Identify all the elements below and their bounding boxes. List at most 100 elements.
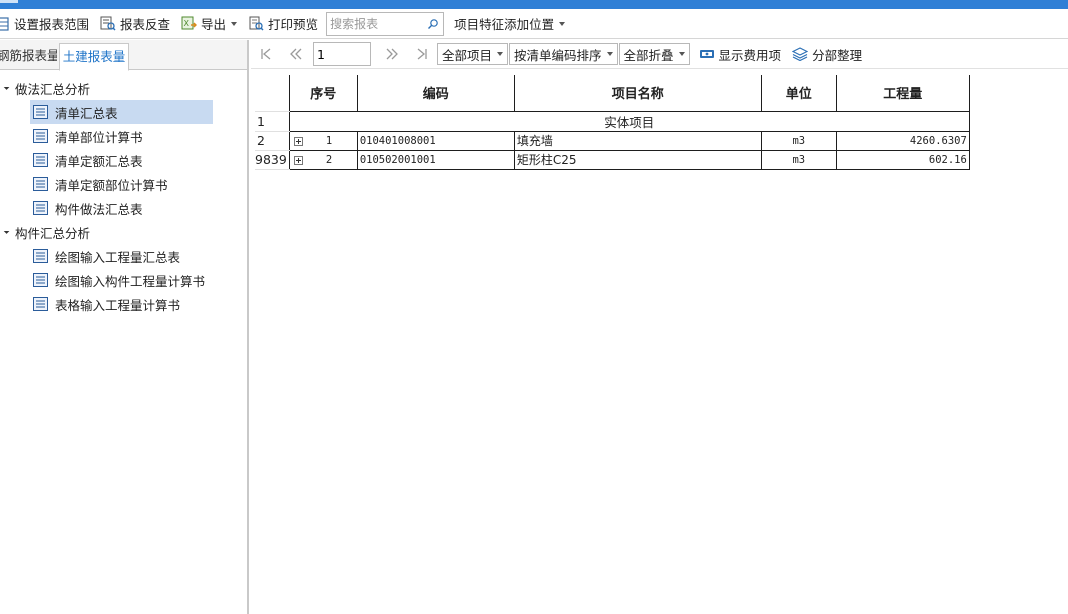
print-preview-icon [249,16,264,31]
last-page-button[interactable] [407,43,437,65]
tree-item-label: 绘图输入工程量汇总表 [55,249,181,265]
report-tree: 做法汇总分析 清单汇总表 清单部位计算书 清单定额汇总表 清单定额部位计算书 构… [0,70,247,316]
tree-group-component-summary[interactable]: 构件汇总分析 [0,220,247,244]
row-number: 9839 [255,150,290,170]
report-toolbar: 设置报表范围 报表反查 X 导出 打印预览 项目特征添加位置 [0,9,1068,39]
code-cell: 010502001001 [356,149,515,170]
row-number: 1 [255,111,290,132]
name-cell: 矩形柱C25 [513,149,762,170]
chevron-down-icon [678,52,685,56]
report-doc-icon [33,153,48,167]
expanded-triangle-icon[interactable] [1,82,10,90]
report-check-button[interactable]: 报表反查 [96,13,174,35]
report-doc-icon [33,177,48,191]
report-doc-icon [33,129,48,143]
column-header-name[interactable]: 项目名称 [513,75,762,112]
tab-civil-report[interactable]: 土建报表量 [59,43,129,71]
column-header-quantity[interactable]: 工程量 [835,75,970,112]
table-row[interactable]: 9839 2 010502001001 矩形柱C25 m3 602.16 [255,149,970,170]
quantity-cell: 4260.6307 [835,130,970,151]
report-type-tabs: 钢筋报表量 土建报表量 [0,40,247,71]
titlebar-text-fragment [0,0,18,3]
seq-cell: 1 [288,130,358,151]
tree-item-drawing-component-calc[interactable]: 绘图输入构件工程量计算书 [30,268,213,292]
export-button[interactable]: X 导出 [177,13,241,35]
tree-item-bill-location-calc[interactable]: 清单部位计算书 [30,124,213,148]
arrange-sections-button[interactable]: 分部整理 [788,43,866,65]
print-preview-label: 打印预览 [268,17,319,32]
tree-item-label: 构件做法汇总表 [55,201,143,217]
all-items-label: 全部项目 [442,47,493,63]
tree-item-drawing-qty-summary[interactable]: 绘图输入工程量汇总表 [30,244,213,268]
first-page-icon [261,48,271,60]
export-label: 导出 [201,17,227,32]
prev-page-button[interactable] [281,43,311,65]
report-doc-icon [33,201,48,215]
report-doc-icon [33,249,48,263]
seq-cell: 2 [288,149,358,170]
tree-item-table-input-calc[interactable]: 表格输入工程量计算书 [30,292,213,316]
tree-item-label: 清单定额部位计算书 [55,177,168,193]
search-icon[interactable] [427,18,439,30]
tree-group-label: 构件汇总分析 [15,225,91,241]
section-title: 实体项目 [288,110,970,132]
column-header-unit[interactable]: 单位 [760,75,837,112]
seq-value: 1 [325,134,333,147]
set-report-range-button[interactable]: 设置报表范围 [0,13,93,35]
chevron-down-icon [606,52,613,56]
column-header-code[interactable]: 编码 [356,75,515,112]
unit-cell: m3 [760,149,837,170]
row-number: 2 [255,131,290,151]
report-grid: 序号 编码 项目名称 单位 工程量 1 实体项目 2 1 01040100800… [255,75,970,170]
tree-item-label: 清单部位计算书 [55,129,143,145]
name-cell: 填充墙 [513,130,762,151]
report-doc-icon [33,273,48,287]
chevron-down-icon [497,52,504,56]
search-report-box [326,11,445,36]
column-header-seq[interactable]: 序号 [288,75,358,112]
fold-dropdown[interactable]: 全部折叠 [618,43,690,65]
print-preview-button[interactable]: 打印预览 [244,13,322,35]
show-fee-items-button[interactable]: 显示费用项 [695,43,786,65]
show-fee-items-label: 显示费用项 [718,47,782,63]
window-titlebar [0,0,1068,9]
report-tree-panel: 钢筋报表量 土建报表量 做法汇总分析 清单汇总表 清单部位计算书 清单定额汇总表… [0,40,249,614]
feature-position-dropdown[interactable]: 项目特征添加位置 [450,13,569,35]
all-items-dropdown[interactable]: 全部项目 [437,43,509,65]
expanded-triangle-icon[interactable] [1,226,10,234]
tree-group-label: 做法汇总分析 [15,81,91,97]
report-nav-bar: 全部项目 按清单编码排序 全部折叠 显示费用项 分部整理 [251,40,1068,69]
expand-plus-icon[interactable] [293,155,303,165]
set-report-range-label: 设置报表范围 [14,17,90,32]
next-page-button[interactable] [377,43,407,65]
tree-group-method-summary[interactable]: 做法汇总分析 [0,76,247,100]
fee-icon [699,50,714,58]
first-page-button[interactable] [251,43,281,65]
bill-summary-table: 序号 编码 项目名称 单位 工程量 1 实体项目 2 1 01040100800… [255,75,970,170]
export-icon: X [181,16,198,30]
section-row[interactable]: 1 实体项目 [255,110,970,132]
tree-item-label: 清单汇总表 [55,105,118,121]
chevron-down-icon [559,21,566,26]
seq-value: 2 [325,153,333,166]
tree-item-bill-quota-location-calc[interactable]: 清单定额部位计算书 [30,172,213,196]
fold-label: 全部折叠 [623,47,674,63]
expand-plus-icon[interactable] [293,136,303,146]
tree-item-label: 绘图输入构件工程量计算书 [55,273,206,289]
code-cell: 010401008001 [356,130,515,151]
report-check-icon [100,16,116,31]
page-number-input[interactable] [313,42,371,66]
last-page-icon [417,48,427,60]
tree-item-bill-quota-summary[interactable]: 清单定额汇总表 [30,148,213,172]
tree-item-bill-summary[interactable]: 清单汇总表 [30,100,213,124]
feature-position-label: 项目特征添加位置 [454,17,555,32]
tab-rebar-report[interactable]: 钢筋报表量 [0,43,57,70]
tree-item-component-method-summary[interactable]: 构件做法汇总表 [30,196,213,220]
arrange-sections-label: 分部整理 [812,47,863,63]
search-report-input[interactable] [327,12,420,35]
table-row[interactable]: 2 1 010401008001 填充墙 m3 4260.6307 [255,130,970,151]
sort-dropdown[interactable]: 按清单编码排序 [509,43,618,65]
report-doc-icon [33,297,48,311]
layers-icon [792,47,809,61]
chevron-down-icon [231,21,238,26]
